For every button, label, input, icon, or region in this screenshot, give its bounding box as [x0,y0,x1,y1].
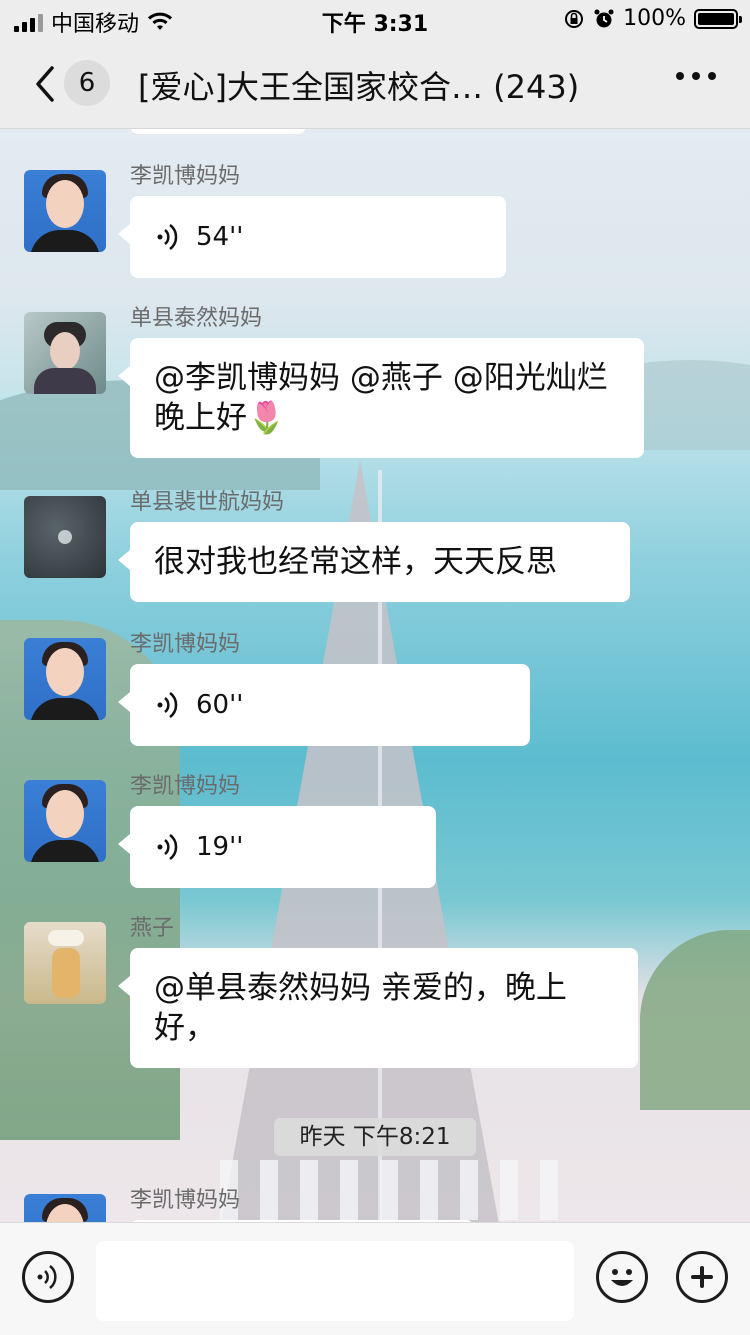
voice-duration: 19'' [196,832,244,862]
sender-name: 单县裴世航妈妈 [130,490,285,515]
timestamp-divider: 昨天 下午8:21 [274,1118,476,1156]
voice-message-bubble[interactable]: 19'' [118,806,436,888]
message-input[interactable] [96,1241,574,1321]
text-message-bubble[interactable]: 很对我也经常这样，天天反思 [118,522,630,602]
voice-wave-icon [157,692,178,718]
avatar[interactable] [24,312,106,394]
unread-count-badge[interactable]: 6 [64,60,110,106]
text-message-bubble[interactable]: @李凯博妈妈 @燕子 @阳光灿烂 晚上好🌷 [118,338,644,458]
avatar[interactable] [24,496,106,578]
sender-name: 单县泰然妈妈 [130,306,263,331]
sender-name: 李凯博妈妈 [130,164,241,189]
message-list: 李凯博妈妈 54'' 单县泰然妈妈 @李凯博妈妈 @燕子 @阳光灿烂 晚上好🌷 … [0,128,750,1222]
more-dots-icon[interactable] [676,72,716,80]
input-bar [0,1222,750,1335]
member-count: (243) [493,68,580,106]
voice-message-bubble[interactable]: 54'' [118,196,506,278]
orientation-lock-icon [565,9,584,28]
plus-icon[interactable] [676,1251,728,1303]
alarm-icon [594,9,614,27]
avatar[interactable] [24,1194,106,1222]
battery-percent: 100% [623,6,686,31]
text-message-bubble[interactable]: @单县泰然妈妈 亲爱的，晚上好， [118,948,638,1068]
sender-name: 李凯博妈妈 [130,632,241,657]
voice-wave-icon [157,224,178,250]
battery-icon [694,8,742,29]
sender-name: 燕子 [130,916,175,941]
avatar[interactable] [24,170,106,252]
voice-input-icon[interactable] [22,1251,74,1303]
voice-duration: 54'' [196,222,244,252]
voice-duration: 60'' [196,690,244,720]
sender-name: 李凯博妈妈 [130,774,241,799]
avatar[interactable] [24,638,106,720]
voice-wave-icon [157,834,178,860]
chat-header: 6 [爱心]大王全国家校合… (243) [0,40,750,129]
voice-message-bubble[interactable]: 60'' [118,664,530,746]
sender-name: 李凯博妈妈 [130,1188,241,1213]
chat-title: [爱心]大王全国家校合… (243) [138,62,618,108]
status-bar: 中国移动 下午 3:31 100% [0,0,750,40]
chevron-left-icon[interactable] [28,64,68,104]
group-name: [爱心]大王全国家校合… [138,68,483,106]
avatar[interactable] [24,922,106,1004]
avatar[interactable] [24,780,106,862]
emoji-icon[interactable] [596,1251,648,1303]
